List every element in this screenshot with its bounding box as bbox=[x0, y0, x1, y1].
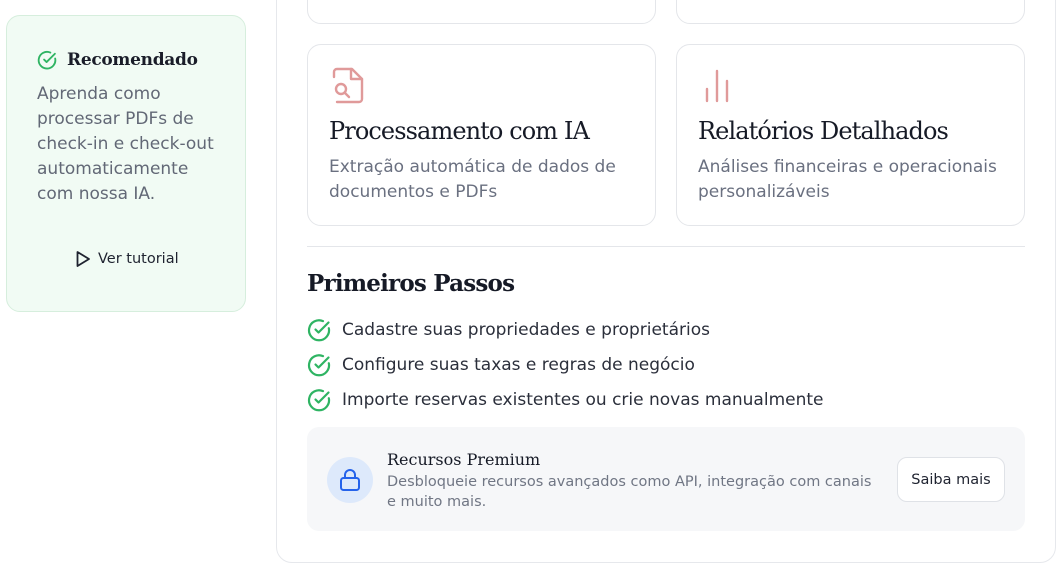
play-icon bbox=[75, 250, 91, 268]
view-tutorial-button[interactable]: Ver tutorial bbox=[75, 250, 179, 268]
feature-card-ai-processing: Processamento com IA Extração automática… bbox=[307, 44, 656, 226]
feature-card-partial bbox=[307, 0, 656, 24]
recommended-card: Recomendado Aprenda como processar PDFs … bbox=[6, 15, 246, 312]
step-label: Configure suas taxas e regras de negócio bbox=[342, 354, 695, 375]
premium-description: Desbloqueie recursos avançados como API,… bbox=[387, 474, 872, 510]
step-label: Importe reservas existentes ou crie nova… bbox=[342, 389, 824, 410]
section-divider bbox=[307, 246, 1025, 247]
premium-banner: Recursos Premium Desbloqueie recursos av… bbox=[307, 427, 1025, 531]
getting-started-list: Cadastre suas propriedades e proprietári… bbox=[307, 312, 824, 417]
check-circle-icon bbox=[307, 388, 331, 412]
check-circle-icon bbox=[307, 318, 331, 342]
recommended-description: Aprenda como processar PDFs de check-in … bbox=[37, 84, 214, 204]
list-item: Configure suas taxas e regras de negócio bbox=[307, 347, 824, 382]
view-tutorial-label: Ver tutorial bbox=[98, 251, 179, 267]
getting-started-title: Primeiros Passos bbox=[307, 270, 515, 297]
feature-title: Relatórios Detalhados bbox=[698, 117, 949, 145]
feature-card-partial bbox=[676, 0, 1025, 24]
feature-title: Processamento com IA bbox=[329, 117, 590, 145]
check-circle-icon bbox=[307, 353, 331, 377]
bar-chart-icon bbox=[699, 65, 735, 105]
check-circle-icon bbox=[37, 50, 57, 70]
list-item: Cadastre suas propriedades e proprietári… bbox=[307, 312, 824, 347]
learn-more-button[interactable]: Saiba mais bbox=[897, 457, 1005, 502]
premium-title: Recursos Premium bbox=[387, 450, 541, 469]
feature-description: Análises financeiras e operacionais pers… bbox=[698, 157, 997, 202]
file-search-icon bbox=[330, 65, 366, 105]
list-item: Importe reservas existentes ou crie nova… bbox=[307, 382, 824, 417]
step-label: Cadastre suas propriedades e proprietári… bbox=[342, 319, 710, 340]
lock-icon bbox=[327, 457, 373, 503]
recommended-header: Recomendado bbox=[37, 50, 198, 70]
feature-card-reports: Relatórios Detalhados Análises financeir… bbox=[676, 44, 1025, 226]
feature-description: Extração automática de dados de document… bbox=[329, 157, 616, 202]
recommended-title: Recomendado bbox=[67, 50, 198, 70]
